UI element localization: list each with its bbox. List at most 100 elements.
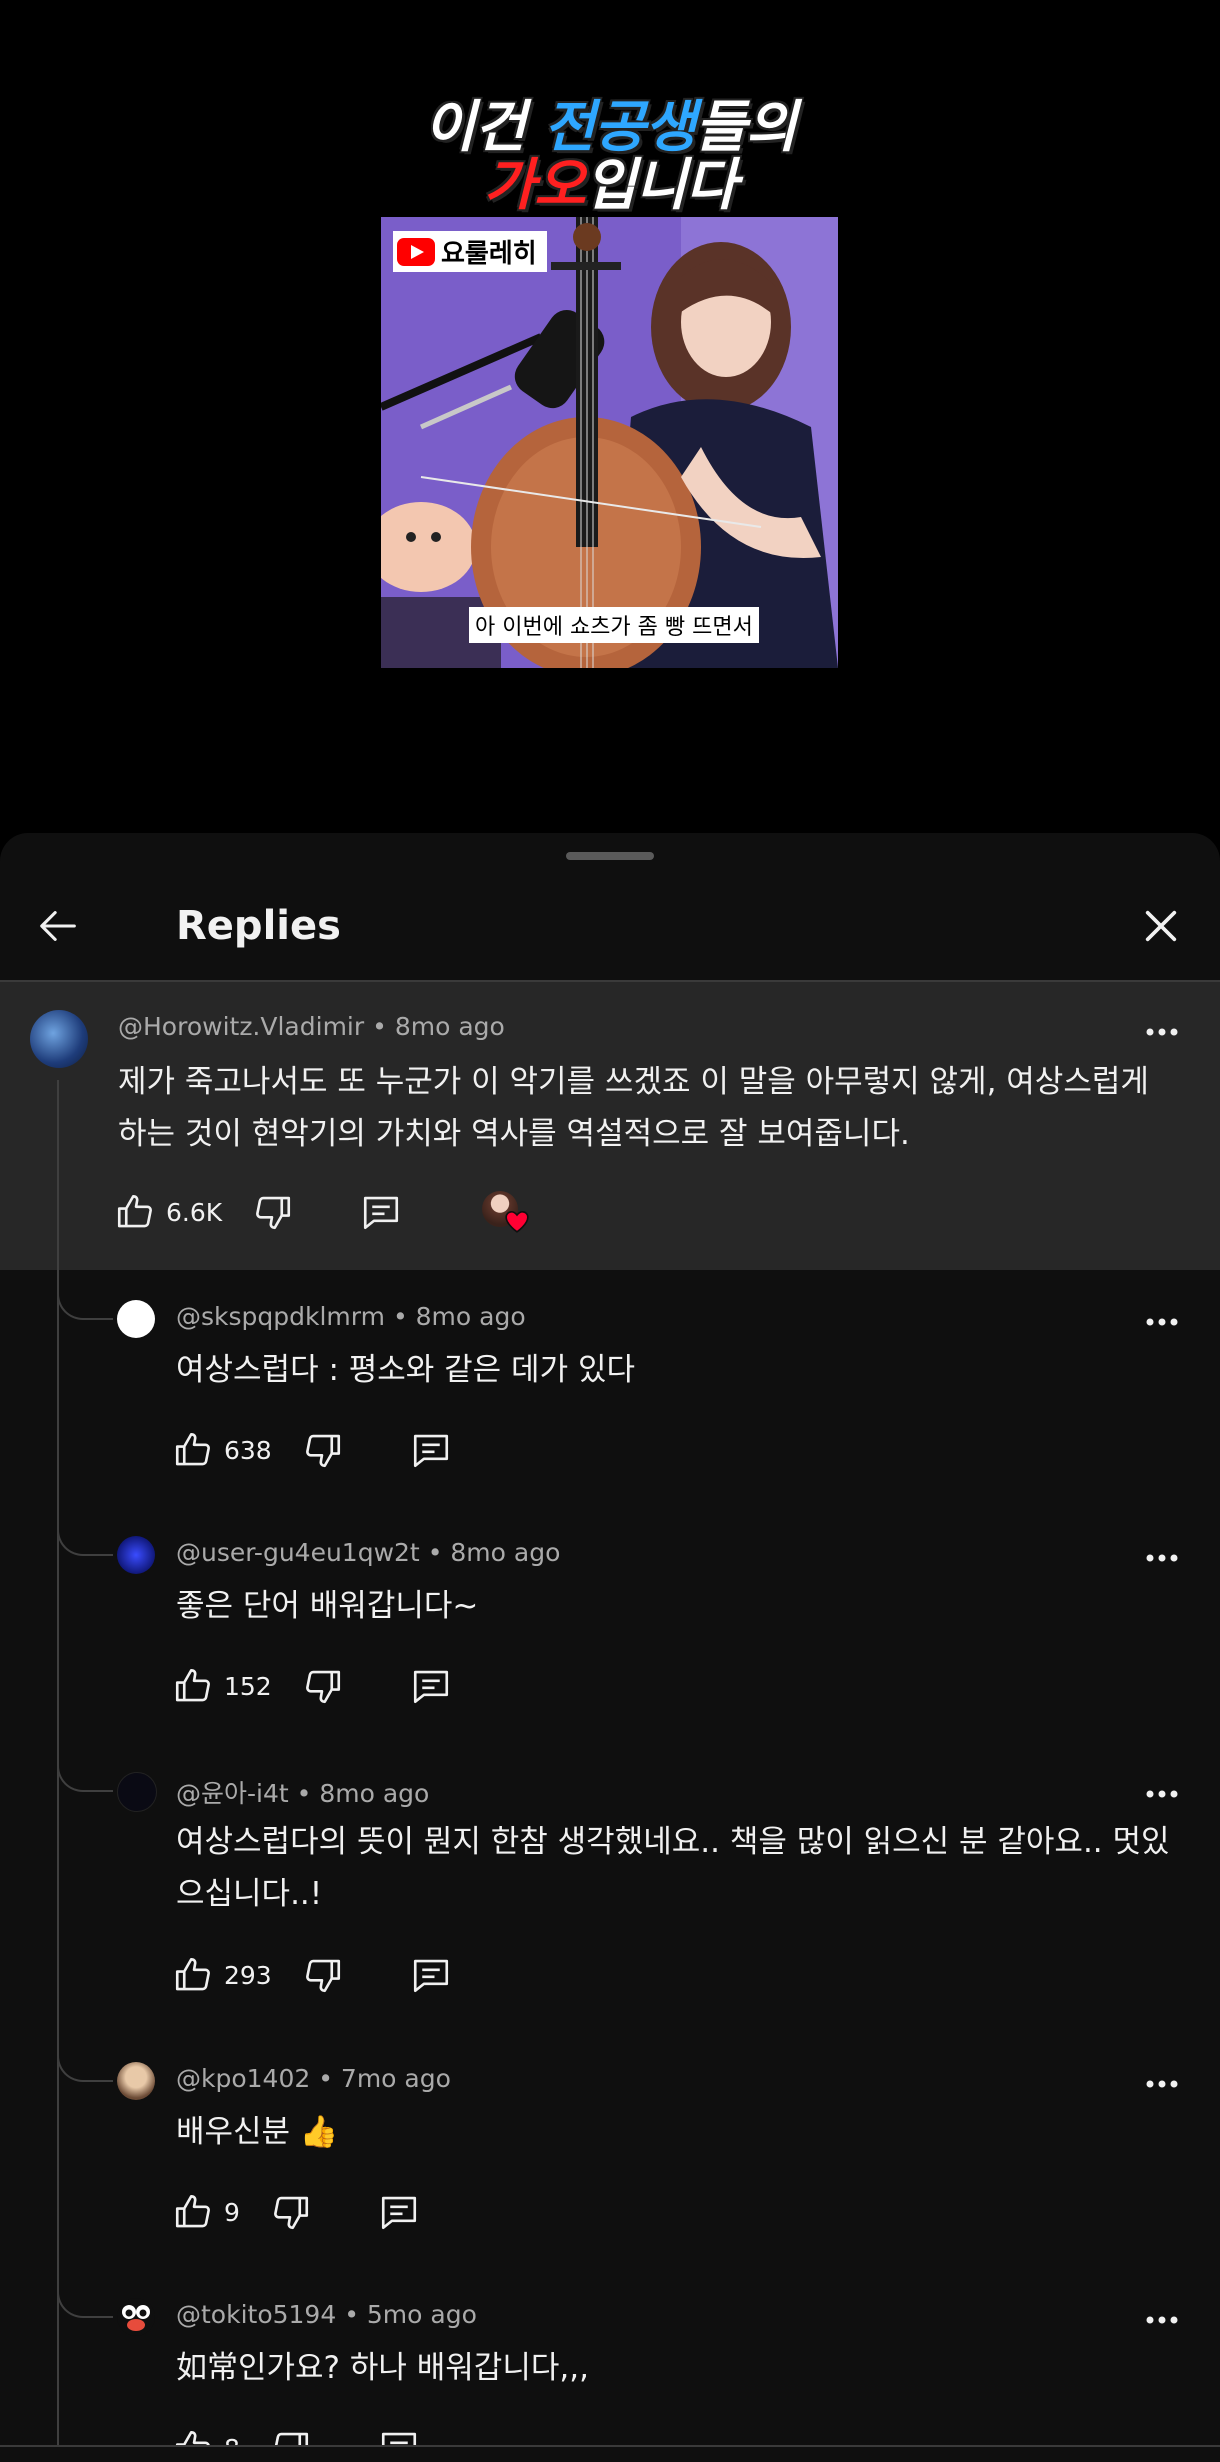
bottom-divider [0, 2445, 1220, 2447]
comment-actions: 293 [172, 1950, 452, 2000]
reply-comment: @윤아-i4t • 8mo ago 여상스럽다의 뜻이 뭔지 한참 생각했네요.… [0, 1742, 1220, 2032]
comment-author[interactable]: @tokito5194 [176, 2300, 336, 2329]
video-player[interactable]: 이건 전공생들의 가오입니다 요룰레히 아 이번에 쇼츠가 좀 빵 뜨면서 [0, 0, 1220, 833]
thumbs-down-icon [274, 2432, 308, 2445]
comment-meta: @skspqpdklmrm • 8mo ago [176, 1302, 526, 1331]
avatar[interactable] [30, 1010, 88, 1068]
comment-author[interactable]: @Horowitz.Vladimir [118, 1012, 364, 1041]
comment-more-button[interactable] [1132, 2064, 1192, 2104]
reply-comment-icon [413, 1434, 448, 1468]
reply-button[interactable] [410, 1665, 452, 1707]
comment-actions: 9 [172, 2187, 420, 2237]
comment-text: 좋은 단어 배워갑니다~ [176, 1588, 479, 1624]
video-frame[interactable]: 요룰레히 아 이번에 쇼츠가 좀 빵 뜨면서 [381, 217, 838, 668]
drag-handle[interactable] [566, 852, 654, 860]
comment-author[interactable]: @user-gu4eu1qw2t [176, 1538, 420, 1567]
close-icon [1145, 910, 1177, 942]
video-subtitle: 아 이번에 쇼츠가 좀 빵 뜨면서 [469, 607, 759, 643]
comment-actions: 638 [172, 1425, 452, 1475]
sheet-header: Replies [0, 877, 1220, 980]
thumbs-down-icon [305, 1959, 340, 1993]
comment-more-button[interactable] [1132, 1538, 1192, 1578]
comment-text: 제가 죽고나서도 또 누군가 이 악기를 쓰겠죠 이 말을 아무렇지 않게, 여… [118, 1064, 1149, 1152]
dislike-button[interactable] [252, 1191, 294, 1233]
back-button[interactable] [24, 891, 94, 961]
dislike-button[interactable] [302, 1954, 344, 1996]
more-options-icon [1146, 2316, 1178, 2324]
comment-actions: 152 [172, 1661, 452, 1711]
reply-button[interactable] [360, 1191, 402, 1233]
like-button[interactable]: 152 [172, 1665, 272, 1707]
comment-text: 如常인가요? 하나 배워갑니다,,, [176, 2350, 589, 2386]
reply-comment-icon [413, 1959, 448, 1993]
reply-button[interactable] [378, 2427, 420, 2445]
like-button[interactable]: 8 [172, 2427, 240, 2445]
avatar[interactable] [117, 2298, 155, 2336]
comment-time: 5mo ago [366, 2300, 477, 2329]
sheet-title: Replies [176, 903, 341, 949]
comment-meta: @Horowitz.Vladimir • 8mo ago [118, 1012, 505, 1041]
avatar[interactable] [117, 1772, 157, 1812]
reply-comment-icon [381, 2432, 416, 2445]
comment-more-button[interactable] [1132, 1774, 1192, 1814]
like-count: 293 [224, 1960, 272, 1990]
comment-text: 여상스럽다 : 평소와 같은 데가 있다 [176, 1352, 635, 1388]
reply-comment: @user-gu4eu1qw2t • 8mo ago 좋은 단어 배워갑니다~ … [0, 1506, 1220, 1742]
comment-more-button[interactable] [1132, 2300, 1192, 2340]
comment-meta: @user-gu4eu1qw2t • 8mo ago [176, 1538, 561, 1567]
thumbs-down-icon [256, 1196, 291, 1230]
thumbs-up-icon [175, 1668, 210, 1702]
avatar-face-icon [122, 2305, 150, 2331]
channel-watermark: 요룰레히 [393, 231, 547, 272]
more-options-icon [1146, 1790, 1178, 1798]
thumbs-up-icon [175, 2430, 210, 2445]
dislike-button[interactable] [302, 1429, 344, 1471]
comment-text: 여상스럽다의 뜻이 뭔지 한참 생각했네요.. 책을 많이 읽으신 분 같아요.… [176, 1824, 1170, 1912]
avatar[interactable] [117, 2062, 155, 2100]
dislike-button[interactable] [302, 1665, 344, 1707]
comment-time: 8mo ago [394, 1012, 505, 1041]
thumbs-down-icon [273, 2196, 308, 2230]
comment-time: 8mo ago [415, 1302, 526, 1331]
comment-more-button[interactable] [1132, 1012, 1192, 1052]
close-button[interactable] [1126, 891, 1196, 961]
like-count: 638 [224, 1435, 272, 1465]
like-button[interactable]: 293 [172, 1954, 272, 1996]
reply-comment: @tokito5194 • 5mo ago 如常인가요? 하나 배워갑니다,,,… [0, 2268, 1220, 2445]
thumbs-up-icon [175, 1957, 210, 1991]
reply-button[interactable] [410, 1954, 452, 1996]
like-button[interactable]: 6.6K [114, 1191, 222, 1233]
like-count: 152 [224, 1671, 272, 1701]
video-title-line-1: 이건 전공생들의 [423, 95, 797, 160]
like-button[interactable]: 9 [172, 2191, 240, 2233]
heart-icon [505, 1210, 529, 1233]
like-count: 9 [224, 2197, 240, 2227]
comment-author[interactable]: @윤아-i4t [176, 1779, 289, 1808]
cellist-video-image [381, 217, 838, 668]
avatar[interactable] [117, 1536, 155, 1574]
comment-text: 배우신분 👍 [176, 2114, 339, 2150]
avatar[interactable] [117, 1300, 155, 1338]
reply-button[interactable] [410, 1429, 452, 1471]
reply-comment-icon [364, 1196, 399, 1230]
like-count: 6.6K [166, 1197, 223, 1227]
parent-comment: @Horowitz.Vladimir • 8mo ago 제가 죽고나서도 또 … [0, 982, 1220, 1270]
comment-author[interactable]: @kpo1402 [176, 2064, 310, 2093]
comment-meta: @윤아-i4t • 8mo ago [176, 1779, 430, 1808]
dislike-button[interactable] [270, 2191, 312, 2233]
comment-actions: 8 [172, 2423, 420, 2445]
like-button[interactable]: 638 [172, 1429, 272, 1471]
comment-author[interactable]: @skspqpdklmrm [176, 1302, 385, 1331]
back-arrow-icon [40, 911, 76, 941]
comment-more-button[interactable] [1132, 1302, 1192, 1342]
reply-button[interactable] [378, 2191, 420, 2233]
reply-comment: @kpo1402 • 7mo ago 배우신분 👍 9 [0, 2032, 1220, 2268]
more-options-icon [1146, 1318, 1178, 1326]
creator-heart-badge [480, 1189, 530, 1235]
reply-comment-icon [413, 1670, 448, 1704]
comment-time: 7mo ago [340, 2064, 451, 2093]
thumbs-up-icon [175, 2194, 210, 2228]
more-options-icon [1146, 2080, 1178, 2088]
dislike-button[interactable] [270, 2427, 312, 2445]
youtube-logo-icon [397, 237, 435, 266]
